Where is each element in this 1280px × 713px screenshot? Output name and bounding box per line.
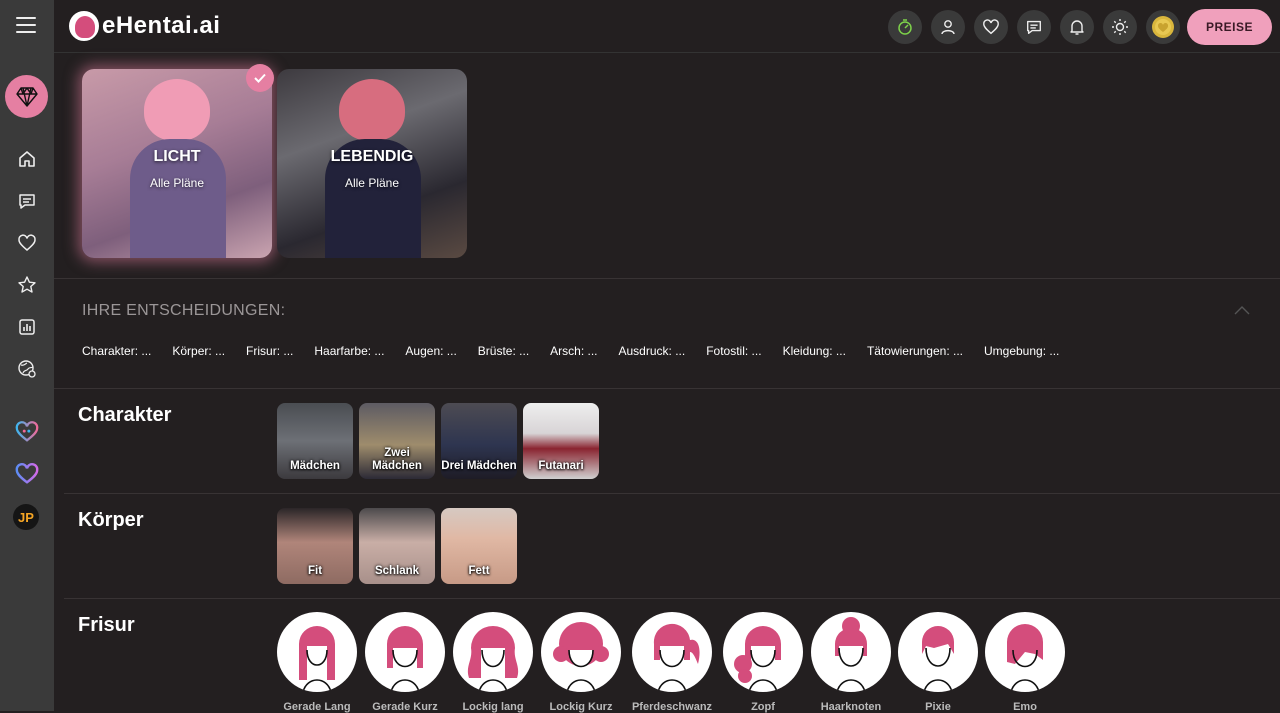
hairstyle-curly-long[interactable] <box>453 612 533 692</box>
hairstyle-bun[interactable] <box>811 612 891 692</box>
logo[interactable]: eHentai.ai <box>69 11 220 41</box>
pricing-button[interactable]: PREISE <box>1187 9 1272 45</box>
messages-icon[interactable] <box>1017 10 1051 44</box>
heart-icon[interactable] <box>15 231 39 255</box>
hairstyle-label: Haarknoten <box>820 701 882 713</box>
coin-icon[interactable] <box>1146 10 1180 44</box>
bell-icon[interactable] <box>1060 10 1094 44</box>
decision-item: Augen: ... <box>405 344 457 358</box>
decision-item: Umgebung: ... <box>984 344 1060 358</box>
star-icon[interactable] <box>15 273 39 297</box>
hairstyle-label: Zopf <box>751 701 775 713</box>
hairstyle-label: Lockig Kurz <box>549 701 613 713</box>
hairstyle-pixie[interactable] <box>898 612 978 692</box>
option-label: Futanari <box>538 460 584 472</box>
home-icon[interactable] <box>15 147 39 171</box>
menu-icon[interactable] <box>16 17 36 33</box>
option-futanari[interactable]: Futanari <box>523 403 599 479</box>
decisions-title: IHRE ENTSCHEIDUNGEN: <box>82 302 286 319</box>
diamond-icon[interactable] <box>5 75 48 118</box>
heart-outline-icon[interactable] <box>15 420 39 444</box>
option-label: Fit <box>307 565 323 577</box>
section-title-body: Körper <box>78 509 144 531</box>
speed-icon[interactable] <box>888 10 922 44</box>
jp-badge[interactable]: JP <box>13 504 39 530</box>
decision-item: Arsch: ... <box>550 344 598 358</box>
hairstyle-label: Pferdeschwanz <box>631 701 713 713</box>
hairstyle-label: Pixie <box>925 701 951 713</box>
hairstyle-straight-short[interactable] <box>365 612 445 692</box>
option-fit[interactable]: Fit <box>277 508 353 584</box>
option-label: Drei Mädchen <box>441 460 517 472</box>
check-icon <box>246 64 274 92</box>
option-label: Schlank <box>374 565 420 577</box>
logo-text: eHentai.ai <box>102 12 221 39</box>
hairstyle-braid[interactable] <box>723 612 803 692</box>
top-bar: eHentai.ai PREISE <box>54 0 1280 53</box>
heart-gradient-icon[interactable] <box>15 462 39 486</box>
decision-item: Kleidung: ... <box>782 344 846 358</box>
option-three-girls[interactable]: Drei Mädchen <box>441 403 517 479</box>
hairstyle-label: Gerade Kurz <box>372 701 438 713</box>
style-plan: Alle Pläne <box>344 176 400 190</box>
option-label: Zwei Mädchen <box>372 447 422 472</box>
section-title-hairstyle: Frisur <box>78 614 135 636</box>
hairstyle-label: Lockig lang <box>462 701 524 713</box>
character-figure <box>144 79 210 141</box>
favorites-heart-icon[interactable] <box>974 10 1008 44</box>
chat-icon[interactable] <box>15 189 39 213</box>
hairstyle-straight-long[interactable] <box>277 612 357 692</box>
style-card-vivid[interactable]: LEBENDIG Alle Pläne <box>277 69 467 258</box>
hairstyle-ponytail[interactable] <box>632 612 712 692</box>
style-label: LICHT <box>153 148 201 165</box>
style-label: LEBENDIG <box>330 148 414 165</box>
sidebar: JP <box>0 0 54 711</box>
decision-item: Frisur: ... <box>246 344 294 358</box>
divider <box>64 493 1280 494</box>
decision-item: Fotostil: ... <box>706 344 762 358</box>
option-girl[interactable]: Mädchen <box>277 403 353 479</box>
hairstyle-curly-short[interactable] <box>541 612 621 692</box>
decision-item: Charakter: ... <box>82 344 152 358</box>
sun-icon[interactable] <box>1103 10 1137 44</box>
hairstyle-label: Gerade Lang <box>283 701 351 713</box>
chevron-up-icon[interactable] <box>1234 303 1250 319</box>
decision-item: Körper: ... <box>172 344 226 358</box>
hairstyle-label: Emo <box>1013 701 1037 713</box>
decision-item: Ausdruck: ... <box>618 344 686 358</box>
divider <box>64 598 1280 599</box>
style-card-light[interactable]: LICHT Alle Pläne <box>82 69 272 258</box>
option-label: Mädchen <box>290 460 340 472</box>
main-content: LICHT Alle Pläne LEBENDIG Alle Pläne IHR… <box>54 53 1280 713</box>
option-label: Fett <box>468 565 490 577</box>
decisions-list: Charakter: ... Körper: ... Frisur: ... H… <box>82 344 1080 358</box>
chart-icon[interactable] <box>15 315 39 339</box>
divider <box>54 388 1280 389</box>
hairstyle-emo[interactable] <box>985 612 1065 692</box>
decision-item: Tätowierungen: ... <box>866 344 963 358</box>
character-figure <box>339 79 405 141</box>
divider <box>54 278 1280 279</box>
globe-icon[interactable] <box>15 357 39 381</box>
logo-icon <box>69 11 99 41</box>
option-slim[interactable]: Schlank <box>359 508 435 584</box>
option-fat[interactable]: Fett <box>441 508 517 584</box>
decision-item: Haarfarbe: ... <box>314 344 385 358</box>
section-title-character: Charakter <box>78 404 172 426</box>
option-two-girls[interactable]: Zwei Mädchen <box>359 403 435 479</box>
decision-item: Brüste: ... <box>477 344 530 358</box>
style-plan: Alle Pläne <box>149 176 205 190</box>
user-icon[interactable] <box>931 10 965 44</box>
